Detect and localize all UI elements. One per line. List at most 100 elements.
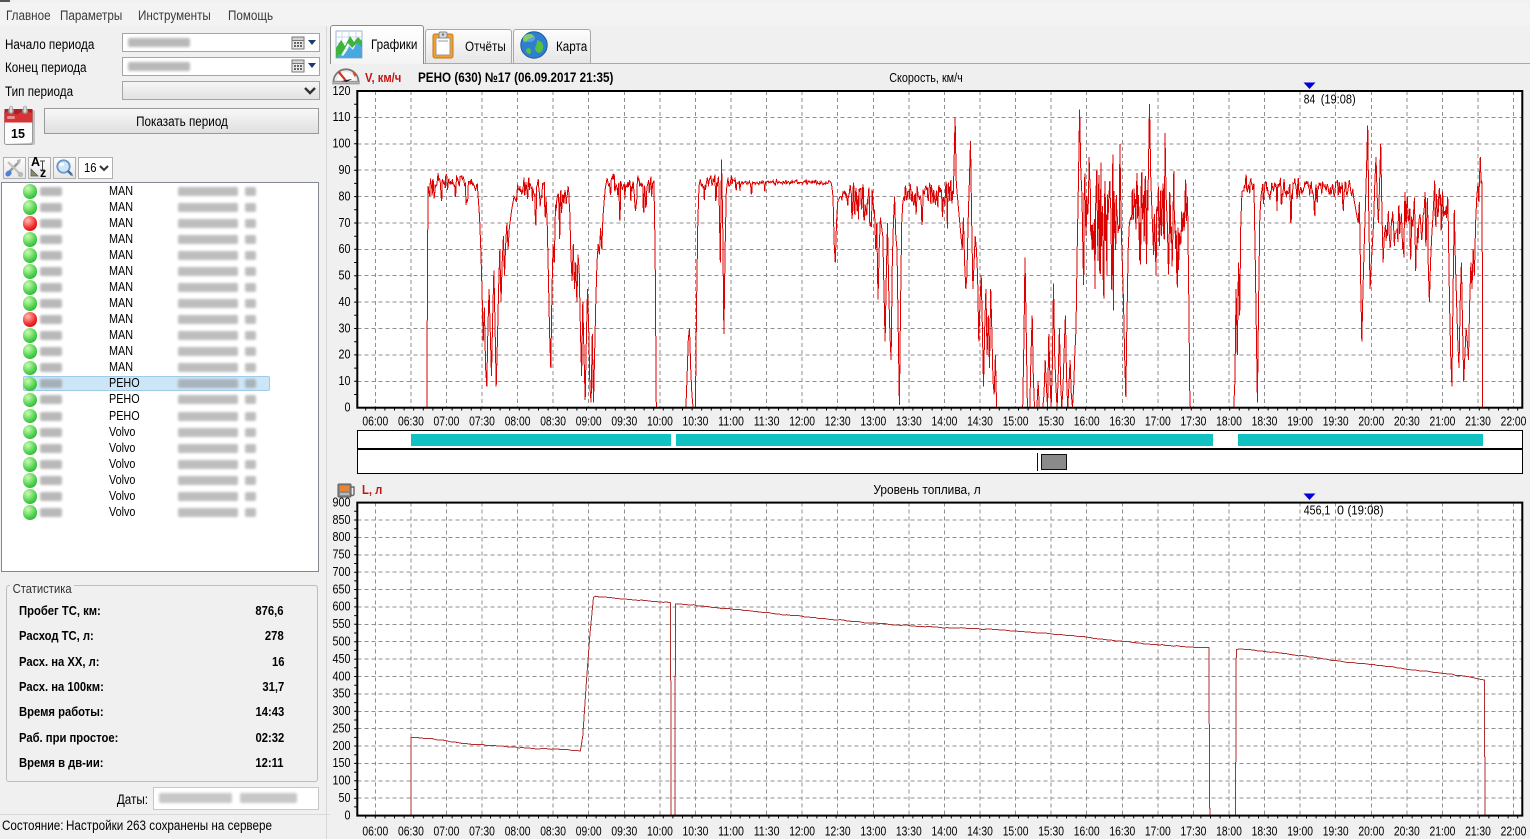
svg-text:80: 80 <box>339 189 351 203</box>
svg-text:12:30: 12:30 <box>825 824 851 838</box>
svg-text:07:30: 07:30 <box>469 824 495 838</box>
svg-text:18:30: 18:30 <box>1252 824 1278 838</box>
svg-text:19:30: 19:30 <box>1323 824 1349 838</box>
svg-text:450: 450 <box>333 652 351 666</box>
svg-text:21:30: 21:30 <box>1465 824 1491 838</box>
svg-text:15:30: 15:30 <box>1038 824 1064 838</box>
svg-text:600: 600 <box>333 600 351 614</box>
svg-text:19:30: 19:30 <box>1323 414 1349 428</box>
svg-text:15: 15 <box>11 127 25 141</box>
svg-text:08:00: 08:00 <box>505 824 531 838</box>
svg-text:(19:08): (19:08) <box>1321 92 1356 106</box>
svg-text:90: 90 <box>339 163 351 177</box>
svg-text:0: 0 <box>345 401 351 415</box>
svg-text:17:30: 17:30 <box>1181 824 1207 838</box>
svg-text:14:00: 14:00 <box>932 824 958 838</box>
svg-text:06:30: 06:30 <box>398 824 424 838</box>
svg-text:z: z <box>40 166 46 179</box>
svg-text:16:00: 16:00 <box>1074 824 1100 838</box>
svg-text:14:30: 14:30 <box>967 824 993 838</box>
svg-text:08:30: 08:30 <box>540 414 566 428</box>
svg-text:350: 350 <box>333 687 351 701</box>
svg-text:09:00: 09:00 <box>576 414 602 428</box>
svg-text:20:30: 20:30 <box>1394 824 1420 838</box>
svg-text:14:00: 14:00 <box>932 414 958 428</box>
svg-text:09:30: 09:30 <box>611 824 637 838</box>
svg-text:400: 400 <box>333 669 351 683</box>
svg-text:13:30: 13:30 <box>896 414 922 428</box>
svg-text:19:00: 19:00 <box>1287 414 1313 428</box>
svg-text:11:00: 11:00 <box>718 414 744 428</box>
svg-text:19:00: 19:00 <box>1287 824 1313 838</box>
svg-text:10:00: 10:00 <box>647 824 673 838</box>
svg-text:150: 150 <box>333 756 351 770</box>
svg-text:10:30: 10:30 <box>683 414 709 428</box>
svg-text:15:00: 15:00 <box>1003 414 1029 428</box>
svg-text:11:30: 11:30 <box>754 824 780 838</box>
svg-text:12:00: 12:00 <box>789 414 815 428</box>
svg-text:20:00: 20:00 <box>1358 824 1384 838</box>
svg-text:10:00: 10:00 <box>647 414 673 428</box>
svg-text:800: 800 <box>333 530 351 544</box>
svg-text:06:00: 06:00 <box>362 414 388 428</box>
svg-text:16:00: 16:00 <box>1074 414 1100 428</box>
svg-text:07:00: 07:00 <box>434 414 460 428</box>
svg-text:200: 200 <box>333 739 351 753</box>
svg-text:250: 250 <box>333 722 351 736</box>
svg-text:850: 850 <box>333 513 351 527</box>
svg-text:456,1: 456,1 <box>1304 503 1331 517</box>
svg-text:22:00: 22:00 <box>1501 414 1527 428</box>
svg-text:500: 500 <box>333 635 351 649</box>
svg-text:60: 60 <box>339 242 351 256</box>
svg-text:20:00: 20:00 <box>1358 414 1384 428</box>
svg-text:22:00: 22:00 <box>1501 824 1527 838</box>
svg-text:12:30: 12:30 <box>825 414 851 428</box>
svg-text:650: 650 <box>333 582 351 596</box>
svg-text:06:00: 06:00 <box>362 824 388 838</box>
svg-text:300: 300 <box>333 704 351 718</box>
svg-text:14:30: 14:30 <box>967 414 993 428</box>
svg-text:0: 0 <box>345 808 351 822</box>
svg-text:17:30: 17:30 <box>1181 414 1207 428</box>
svg-text:13:30: 13:30 <box>896 824 922 838</box>
svg-text:15:00: 15:00 <box>1003 824 1029 838</box>
svg-text:08:30: 08:30 <box>540 824 566 838</box>
svg-text:18:30: 18:30 <box>1252 414 1278 428</box>
svg-text:18:00: 18:00 <box>1216 824 1242 838</box>
svg-text:07:00: 07:00 <box>434 824 460 838</box>
svg-text:40: 40 <box>339 295 351 309</box>
svg-text:08:00: 08:00 <box>505 414 531 428</box>
svg-text:11:00: 11:00 <box>718 824 744 838</box>
svg-text:100: 100 <box>333 774 351 788</box>
svg-text:21:00: 21:00 <box>1430 414 1456 428</box>
svg-text:0: 0 <box>1337 503 1344 517</box>
svg-text:50: 50 <box>339 791 351 805</box>
svg-text:30: 30 <box>339 321 351 335</box>
svg-text:900: 900 <box>333 495 351 509</box>
svg-text:(19:08): (19:08) <box>1348 503 1384 517</box>
svg-text:10:30: 10:30 <box>683 824 709 838</box>
svg-text:84: 84 <box>1304 92 1315 106</box>
svg-text:50: 50 <box>339 269 351 283</box>
svg-text:11:30: 11:30 <box>754 414 780 428</box>
svg-text:16:30: 16:30 <box>1109 824 1135 838</box>
svg-text:13:00: 13:00 <box>860 824 886 838</box>
svg-text:17:00: 17:00 <box>1145 414 1171 428</box>
svg-text:13:00: 13:00 <box>860 414 886 428</box>
svg-text:16:30: 16:30 <box>1109 414 1135 428</box>
svg-text:20:30: 20:30 <box>1394 414 1420 428</box>
svg-text:110: 110 <box>333 110 351 124</box>
svg-text:15:30: 15:30 <box>1038 414 1064 428</box>
svg-text:09:30: 09:30 <box>611 414 637 428</box>
svg-text:09:00: 09:00 <box>576 824 602 838</box>
svg-text:10: 10 <box>339 374 351 388</box>
svg-text:70: 70 <box>339 216 351 230</box>
svg-text:21:30: 21:30 <box>1465 414 1491 428</box>
svg-text:12:00: 12:00 <box>789 824 815 838</box>
svg-text:750: 750 <box>333 548 351 562</box>
svg-text:550: 550 <box>333 617 351 631</box>
svg-text:18:00: 18:00 <box>1216 414 1242 428</box>
svg-text:07:30: 07:30 <box>469 414 495 428</box>
svg-text:A: A <box>31 157 40 169</box>
svg-text:100: 100 <box>333 137 351 151</box>
